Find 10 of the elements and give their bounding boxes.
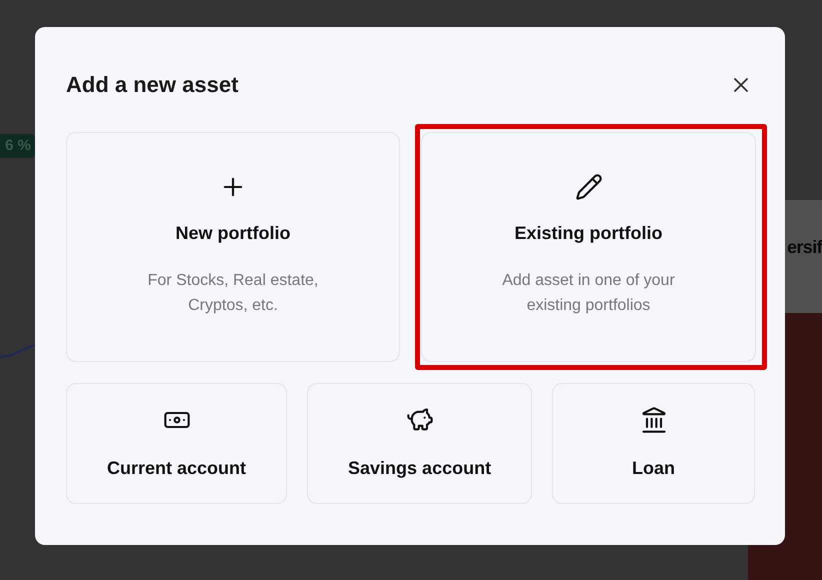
option-card[interactable]: Existing portfolio Add asset in one of your existing portfolios bbox=[421, 132, 756, 362]
option-card[interactable]: New portfolio For Stocks, Real estate, Cryptos, etc. bbox=[66, 132, 400, 362]
pencil-icon bbox=[574, 173, 602, 201]
section-heading: ersif bbox=[786, 236, 822, 259]
account-card[interactable]: Current account bbox=[66, 383, 288, 504]
bank-icon bbox=[640, 406, 668, 434]
account-card[interactable]: Loan bbox=[552, 383, 755, 504]
line-chart-drawing bbox=[0, 344, 35, 358]
dialog-title: Add a new asset bbox=[66, 72, 238, 98]
account-card[interactable]: Savings account bbox=[307, 383, 532, 504]
